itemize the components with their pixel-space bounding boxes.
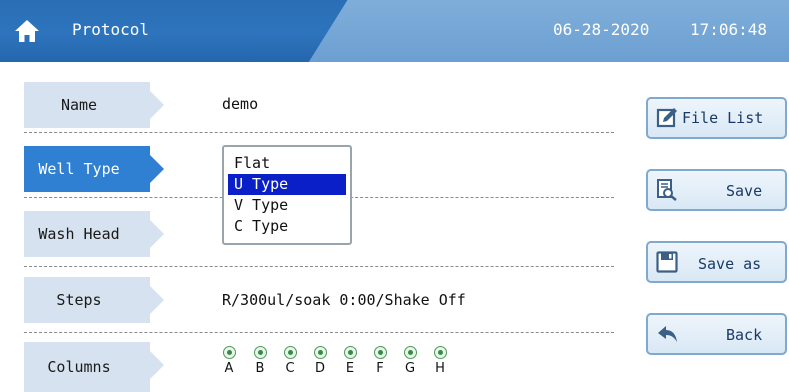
radio-dot-icon [403, 346, 417, 359]
well-type-option-u-type[interactable]: U Type [228, 174, 346, 195]
page-title: Protocol [72, 20, 150, 39]
row-divider [24, 132, 614, 133]
radio-dot-icon [283, 346, 297, 359]
well-type-option-v-type[interactable]: V Type [228, 195, 346, 216]
column-letter: A [224, 361, 234, 376]
document-search-icon [657, 179, 677, 201]
name-value[interactable]: demo [222, 95, 258, 113]
column-letter: G [404, 361, 416, 376]
column-letter: B [255, 361, 265, 376]
wash-head-label-text: Wash Head [38, 225, 120, 243]
row-divider [24, 332, 614, 333]
date-display: 06-28-2020 [553, 20, 650, 39]
file-list-label: File List [682, 109, 764, 127]
column-letter: E [345, 361, 355, 376]
floppy-disk-icon [656, 251, 678, 273]
column-radio-a[interactable]: A [220, 346, 238, 376]
radio-dot-icon [313, 346, 327, 359]
save-label: Save [726, 182, 763, 200]
radio-dot-icon [433, 346, 447, 359]
column-radio-e[interactable]: E [341, 346, 359, 376]
steps-value[interactable]: R/300ul/soak 0:00/Shake Off [222, 291, 466, 309]
well-type-option-c-type[interactable]: C Type [228, 216, 346, 237]
back-label: Back [726, 326, 763, 344]
column-radio-g[interactable]: G [401, 346, 419, 376]
well-type-option-flat[interactable]: Flat [228, 153, 346, 174]
steps-label-text: Steps [56, 291, 102, 309]
save-button[interactable]: Save [646, 169, 787, 211]
name-label-text: Name [60, 96, 98, 114]
column-letter: C [285, 361, 295, 376]
well-type-label-text: Well Type [38, 160, 120, 178]
column-radio-c[interactable]: C [281, 346, 299, 376]
column-radio-d[interactable]: D [311, 346, 329, 376]
column-radio-f[interactable]: F [371, 346, 389, 376]
well-type-dropdown[interactable]: Flat U Type V Type C Type [222, 145, 352, 245]
radio-dot-icon [343, 346, 357, 359]
columns-label[interactable]: Columns [24, 342, 164, 392]
back-button[interactable]: Back [646, 313, 787, 355]
row-divider [24, 266, 614, 267]
column-letter: H [435, 361, 445, 376]
file-list-button[interactable]: File List [646, 97, 787, 139]
name-label[interactable]: Name [24, 82, 164, 128]
radio-dot-icon [222, 346, 236, 359]
column-letter: D [314, 361, 325, 376]
steps-label[interactable]: Steps [24, 277, 164, 323]
undo-arrow-icon [658, 326, 677, 342]
home-icon[interactable] [14, 19, 40, 43]
wash-head-label[interactable]: Wash Head [24, 211, 164, 257]
time-display: 17:06:48 [690, 20, 768, 39]
radio-dot-icon [253, 346, 267, 359]
columns-label-text: Columns [47, 358, 111, 376]
save-as-label: Save as [698, 255, 762, 273]
column-letter: F [376, 361, 384, 376]
column-radio-h[interactable]: H [431, 346, 449, 376]
title-bar: Protocol 06-28-2020 17:06:48 [0, 0, 789, 62]
well-type-label[interactable]: Well Type [24, 146, 164, 192]
radio-dot-icon [373, 346, 387, 359]
edit-icon [656, 108, 677, 128]
save-as-button[interactable]: Save as [646, 241, 787, 283]
column-radio-b[interactable]: B [251, 346, 269, 376]
